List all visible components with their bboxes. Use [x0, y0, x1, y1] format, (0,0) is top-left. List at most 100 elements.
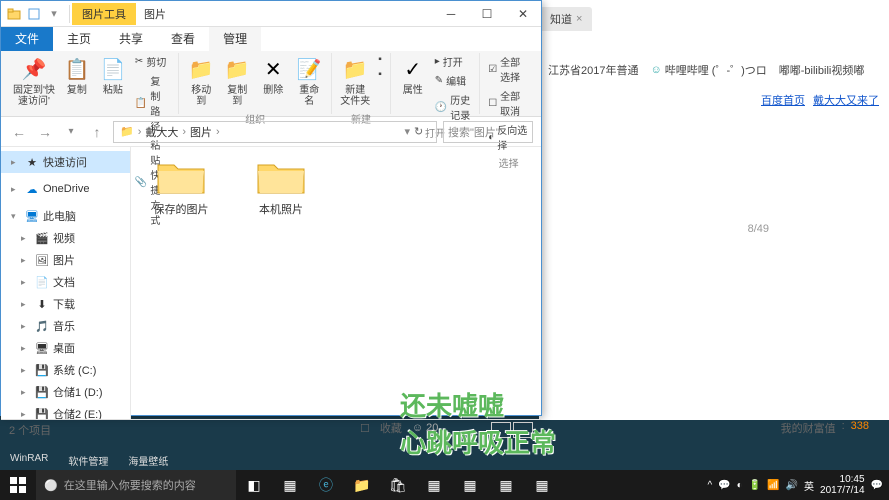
recent-button[interactable]: ▾: [61, 122, 81, 142]
folder-icon: [256, 157, 306, 197]
contextual-tab[interactable]: 图片工具: [72, 3, 136, 25]
notification-icon[interactable]: 💬: [871, 480, 883, 491]
tray-icon[interactable]: ◐: [737, 480, 743, 491]
tab-manage[interactable]: 管理: [209, 27, 261, 51]
sidebar: ▸★快速访问 ▸☁OneDrive ▾🖥此电脑 ▸🎬视频 ▸🖼图片 ▸📄文档 ▸…: [1, 147, 131, 419]
tray-icon[interactable]: 🔋: [749, 480, 761, 491]
bg-item: 软件管理: [68, 453, 108, 468]
edit-button[interactable]: ✎ 编辑: [433, 72, 473, 89]
new-folder-button[interactable]: 📁新建 文件夹: [338, 53, 372, 109]
title-bar: ▾ 图片工具 图片 ─ ☐ ✕: [1, 1, 541, 27]
maximize-button[interactable]: ☐: [469, 1, 505, 27]
sidebar-item-pc[interactable]: ▾🖥此电脑: [1, 205, 130, 227]
favorite-label[interactable]: 收藏: [380, 420, 402, 436]
taskbar-app[interactable]: ▦: [416, 470, 452, 500]
forward-button[interactable]: →: [35, 122, 55, 142]
back-button[interactable]: ←: [9, 122, 29, 142]
taskbar: ⚪ 在这里输入你要搜索的内容 ◧ ▦ ⓔ 📁 🛍 ▦ ▦ ▦ ▦ ^ 💬 ◐ 🔋…: [0, 470, 889, 500]
minimize-button[interactable]: ─: [433, 1, 469, 27]
bookmark-link[interactable]: 江苏省2017年普通: [548, 62, 638, 78]
folder-label: 本机照片: [259, 201, 303, 217]
tray-icon[interactable]: ^: [707, 480, 712, 491]
down-icon[interactable]: ▾: [45, 5, 63, 23]
bg-item: 海量壁纸: [128, 453, 168, 468]
sidebar-item-onedrive[interactable]: ▸☁OneDrive: [1, 179, 130, 199]
tab-file[interactable]: 文件: [1, 27, 53, 51]
start-button[interactable]: [0, 470, 36, 500]
breadcrumb[interactable]: 📁› 戴大大› 图片› ▾ ↻: [113, 121, 437, 143]
up-button[interactable]: ↑: [87, 122, 107, 142]
bg-item: WinRAR: [10, 453, 48, 468]
dropdown-icon[interactable]: ▾: [402, 125, 412, 138]
sidebar-item-videos[interactable]: ▸🎬视频: [1, 227, 130, 249]
sidebar-item-documents[interactable]: ▸📄文档: [1, 271, 130, 293]
sidebar-item-d[interactable]: ▸💾仓储1 (D:): [1, 381, 130, 403]
sidebar-item-desktop[interactable]: ▸🖥桌面: [1, 337, 130, 359]
sidebar-item-downloads[interactable]: ▸⬇下载: [1, 293, 130, 315]
tab-share[interactable]: 共享: [105, 27, 157, 51]
sidebar-item-c[interactable]: ▸💾系统 (C:): [1, 359, 130, 381]
ribbon: 📌固定到'快 速访问' 📋复制 📄粘贴 ✂ 剪切 📋 复制路径 📎 粘贴快捷方式…: [1, 51, 541, 117]
delete-button[interactable]: ✕删除: [257, 53, 289, 98]
window-title: 图片: [136, 6, 174, 22]
folder-camera-roll[interactable]: 本机照片: [241, 157, 321, 217]
search-input[interactable]: 搜索"图片": [443, 121, 533, 143]
sidebar-item-music[interactable]: ▸🎵音乐: [1, 315, 130, 337]
copy-button[interactable]: 📋复制: [61, 53, 93, 98]
select-all-button[interactable]: ☑ 全部选择: [486, 53, 531, 85]
task-view-button[interactable]: ◧: [236, 470, 272, 500]
rename-button[interactable]: 📝重命名: [293, 53, 325, 109]
move-to-button[interactable]: 📁移动到: [185, 53, 217, 109]
ime-indicator[interactable]: 英: [804, 478, 814, 493]
baidu-home-link[interactable]: 百度首页: [761, 92, 805, 108]
content-area[interactable]: 保存的图片 本机照片: [131, 147, 541, 419]
qa-icon[interactable]: [25, 5, 43, 23]
search-icon: ⚪: [44, 479, 58, 492]
new-item-button[interactable]: ▪: [376, 53, 384, 66]
breadcrumb-item: 戴大大: [143, 124, 180, 140]
taskbar-app[interactable]: ▦: [488, 470, 524, 500]
wechat-icon[interactable]: 💬: [718, 480, 730, 491]
cut-button[interactable]: ✂ 剪切: [133, 53, 172, 70]
explorer-icon[interactable]: 📁: [344, 470, 380, 500]
taskbar-app[interactable]: ▦: [452, 470, 488, 500]
search-input[interactable]: ⚪ 在这里输入你要搜索的内容: [36, 470, 236, 500]
browser-tab[interactable]: 知道 ×: [540, 7, 592, 31]
tab-label: 知道: [550, 11, 572, 27]
user-link[interactable]: 戴大大又来了: [813, 92, 879, 108]
folder-icon: [156, 157, 206, 197]
taskbar-app[interactable]: ▦: [524, 470, 560, 500]
char-counter: 8/49: [748, 223, 769, 235]
points-value: 338: [851, 420, 869, 436]
sidebar-item-quick[interactable]: ▸★快速访问: [1, 151, 130, 173]
pin-button[interactable]: 📌固定到'快 速访问': [11, 53, 57, 109]
volume-icon[interactable]: 🔊: [786, 480, 798, 491]
easy-access-button[interactable]: ▪: [376, 68, 384, 81]
sidebar-item-e[interactable]: ▸💾仓储2 (E:): [1, 403, 130, 419]
edge-icon[interactable]: ⓔ: [308, 470, 344, 500]
sidebar-item-pictures[interactable]: ▸🖼图片: [1, 249, 130, 271]
open-button[interactable]: ▸ 打开: [433, 53, 473, 70]
properties-button[interactable]: ✓属性: [397, 53, 429, 98]
tab-home[interactable]: 主页: [53, 27, 105, 51]
tab-view[interactable]: 查看: [157, 27, 209, 51]
folder-icon[interactable]: [5, 5, 23, 23]
wealth-label: 我的财富值: [781, 420, 836, 436]
taskbar-app[interactable]: ▦: [272, 470, 308, 500]
ribbon-tabs: 文件 主页 共享 查看 管理: [1, 27, 541, 51]
paste-button[interactable]: 📄粘贴: [97, 53, 129, 98]
wifi-icon[interactable]: 📶: [767, 480, 779, 491]
copy-to-button[interactable]: 📁复制到: [221, 53, 253, 109]
bookmark-link[interactable]: ☺哔哩哔哩 (゜-゜)つロ: [650, 62, 766, 78]
breadcrumb-item: 图片: [188, 124, 214, 140]
history-button[interactable]: 🕐 历史记录: [433, 91, 473, 123]
clock[interactable]: 10:45 2017/7/14: [820, 474, 865, 496]
close-button[interactable]: ✕: [505, 1, 541, 27]
folder-saved-pictures[interactable]: 保存的图片: [141, 157, 221, 217]
select-none-button[interactable]: ☐ 全部取消: [486, 87, 531, 119]
bookmark-link[interactable]: 嘟嘟-bilibili视频嘟: [779, 62, 865, 78]
close-icon[interactable]: ×: [576, 13, 582, 25]
folder-label: 保存的图片: [154, 201, 209, 217]
refresh-button[interactable]: ↻: [412, 125, 432, 138]
store-icon[interactable]: 🛍: [380, 470, 416, 500]
